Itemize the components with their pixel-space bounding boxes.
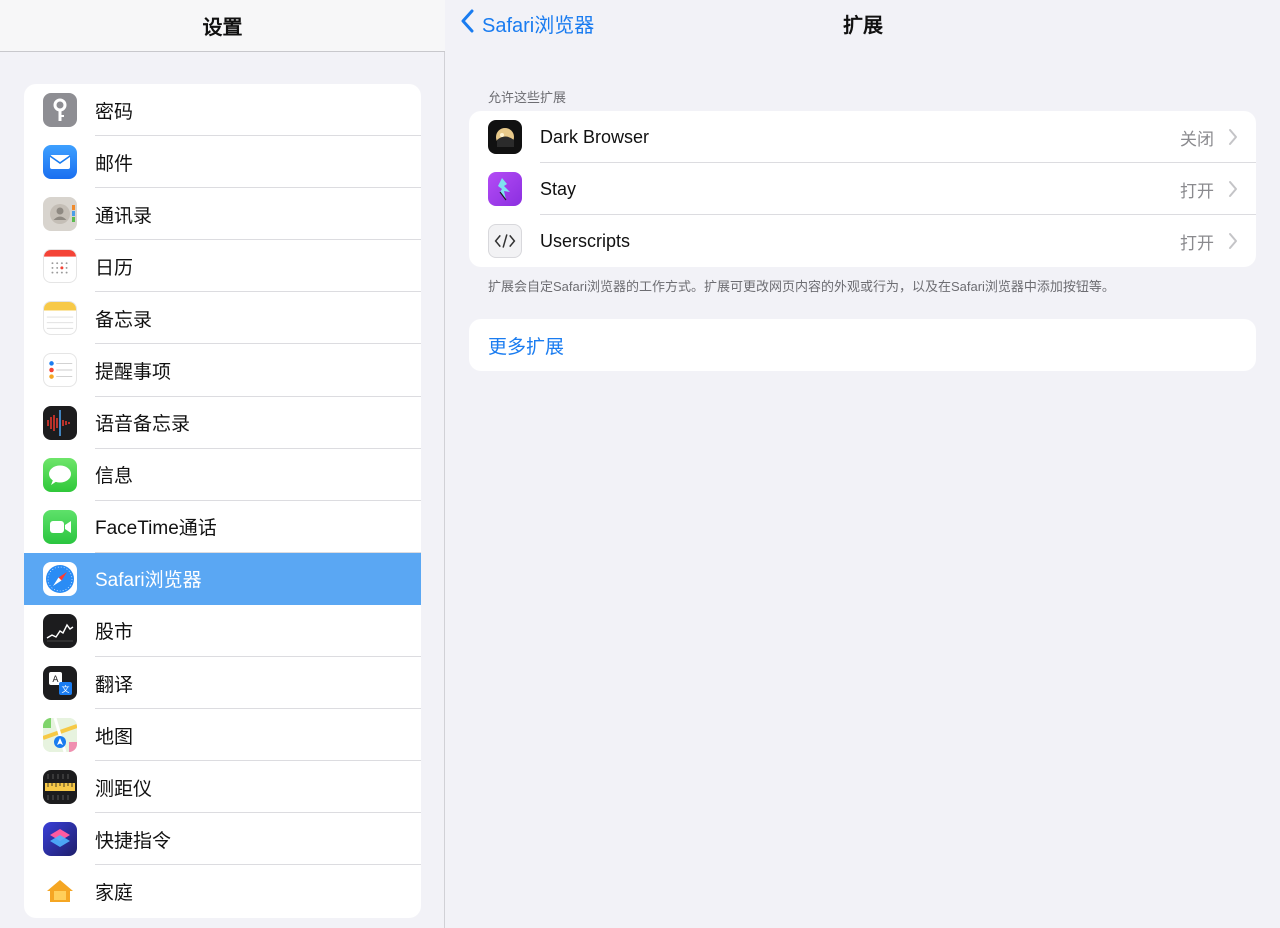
sidebar-item-mail[interactable]: 邮件 (24, 136, 421, 189)
reminders-icon (43, 353, 77, 388)
sidebar-item-stocks[interactable]: 股市 (24, 605, 421, 658)
sidebar-item-calendar[interactable]: 日历 (24, 240, 421, 293)
key-icon (43, 93, 77, 127)
sidebar-item-shortcuts[interactable]: 快捷指令 (24, 813, 421, 866)
extensions-list: Dark Browser 关闭 Stay 打开 Userscripts 打开 (469, 111, 1256, 267)
stocks-icon (43, 613, 77, 648)
sidebar-item-reminders[interactable]: 提醒事项 (24, 344, 421, 397)
sidebar-item-translate[interactable]: A文 翻译 (24, 657, 421, 710)
chevron-right-icon (1228, 128, 1238, 151)
translate-icon: A文 (43, 666, 77, 701)
chevron-right-icon (1228, 180, 1238, 203)
sidebar-item-label: FaceTime通话 (95, 518, 217, 540)
sidebar-item-label: 家庭 (95, 882, 134, 904)
settings-list: 密码 邮件 通讯录 日历 备忘录 提醒事项 语音备忘录 信息 FaceTime通… (24, 84, 421, 918)
contacts-icon (43, 197, 77, 232)
mail-icon (43, 145, 77, 180)
sidebar-item-label: 通讯录 (95, 205, 153, 227)
section-footer: 扩展会自定Safari浏览器的工作方式。扩展可更改网页内容的外观或行为，以及在S… (488, 279, 1115, 294)
sidebar-item-label: 备忘录 (95, 309, 153, 331)
extension-state: 打开 (1180, 233, 1214, 253)
more-extensions-label: 更多扩展 (488, 336, 565, 358)
shortcuts-icon (43, 822, 77, 857)
more-extensions-button[interactable]: 更多扩展 (469, 319, 1256, 371)
sidebar-item-label: 地图 (95, 726, 134, 748)
sidebar-item-contacts[interactable]: 通讯录 (24, 188, 421, 241)
sidebar-item-passwords[interactable]: 密码 (24, 84, 421, 137)
sidebar-item-safari[interactable]: Safari浏览器 (24, 552, 421, 605)
sidebar-item-label: 翻译 (95, 674, 134, 696)
home-icon (43, 874, 77, 909)
stay-icon (488, 172, 522, 206)
sidebar-item-facetime[interactable]: FaceTime通话 (24, 501, 421, 553)
sidebar-item-home[interactable]: 家庭 (24, 865, 421, 917)
detail-pane: Safari浏览器 扩展 允许这些扩展 Dark Browser 关闭 Stay… (446, 0, 1280, 928)
sidebar-item-label: 测距仪 (95, 778, 153, 800)
extension-row-userscripts[interactable]: Userscripts 打开 (469, 215, 1256, 267)
extension-state: 打开 (1180, 181, 1214, 201)
sidebar-item-label: Safari浏览器 (95, 570, 202, 592)
sidebar-item-measure[interactable]: 测距仪 (24, 761, 421, 814)
sidebar-item-voice-memos[interactable]: 语音备忘录 (24, 397, 421, 449)
sidebar-item-maps[interactable]: 地图 (24, 709, 421, 762)
sidebar-item-label: 信息 (95, 466, 134, 488)
safari-compass-icon (43, 561, 77, 596)
userscripts-icon (488, 224, 522, 258)
extension-state: 关闭 (1180, 129, 1214, 149)
maps-icon (43, 718, 77, 753)
svg-text:文: 文 (62, 684, 70, 694)
sidebar-item-label: 语音备忘录 (95, 414, 191, 436)
sidebar-item-label: 日历 (95, 257, 134, 279)
sidebar-item-label: 邮件 (95, 153, 134, 175)
sidebar-item-label: 密码 (95, 101, 134, 123)
page-title: 扩展 (843, 15, 883, 37)
extension-row-stay[interactable]: Stay 打开 (469, 163, 1256, 215)
sidebar-item-notes[interactable]: 备忘录 (24, 292, 421, 345)
facetime-icon (43, 509, 77, 544)
svg-text:A: A (52, 675, 59, 685)
chevron-right-icon (1228, 232, 1238, 255)
sidebar-item-label: 快捷指令 (95, 830, 172, 852)
voice-memos-icon (43, 405, 77, 440)
extension-row-dark-browser[interactable]: Dark Browser 关闭 (469, 111, 1256, 163)
measure-icon (43, 770, 77, 805)
calendar-icon (43, 249, 77, 284)
sidebar-title: 设置 (202, 17, 243, 39)
sidebar-item-messages[interactable]: 信息 (24, 449, 421, 501)
extension-name: Dark Browser (540, 126, 650, 147)
sidebar-item-label: 提醒事项 (95, 362, 172, 384)
settings-sidebar: 设置 密码 邮件 通讯录 日历 备忘录 提醒事项 语音备忘录 信息 FaceTi… (0, 0, 445, 928)
messages-icon (43, 457, 77, 492)
dark-browser-icon (488, 120, 522, 154)
section-header: 允许这些扩展 (488, 90, 567, 105)
extension-name: Userscripts (540, 230, 631, 251)
sidebar-header: 设置 (0, 0, 445, 52)
sidebar-item-label: 股市 (95, 622, 134, 644)
extension-name: Stay (540, 178, 577, 199)
notes-icon (43, 301, 77, 336)
